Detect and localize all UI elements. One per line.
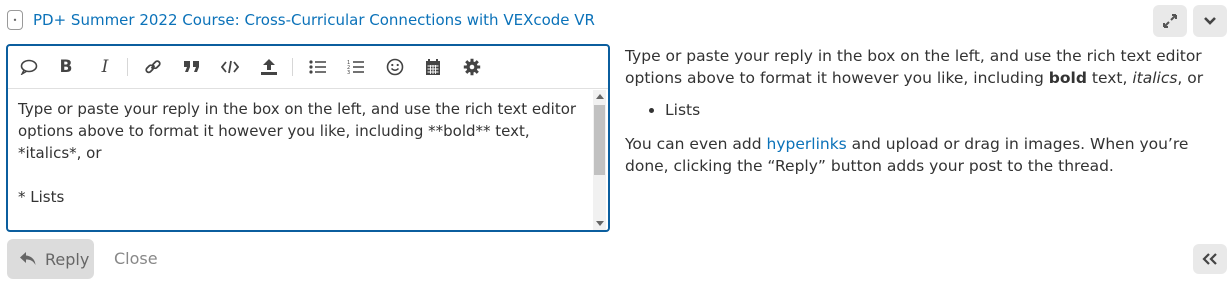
preview-list: Lists <box>625 99 1223 121</box>
topic-title-link[interactable]: PD+ Summer 2022 Course: Cross-Curricular… <box>33 11 595 29</box>
reply-arrow-icon <box>20 252 36 265</box>
minimize-composer-button[interactable] <box>1193 5 1227 37</box>
scrollbar-thumb[interactable] <box>594 105 605 175</box>
bold-icon[interactable]: B <box>53 55 79 79</box>
bullet-list-icon[interactable] <box>305 55 331 79</box>
preview-list-item: Lists <box>665 99 1223 121</box>
reply-button-label: Reply <box>45 249 90 269</box>
toolbar-divider <box>127 58 128 76</box>
double-chevron-left-icon <box>1202 253 1217 265</box>
hyperlinks-link[interactable]: hyperlinks <box>767 135 847 153</box>
emoji-icon[interactable] <box>382 55 408 79</box>
fullscreen-button[interactable] <box>1153 5 1187 37</box>
quote-icon[interactable] <box>179 55 205 79</box>
speech-bubble-icon[interactable] <box>16 55 42 79</box>
italic-icon[interactable]: I <box>92 55 118 79</box>
code-icon[interactable] <box>217 55 243 79</box>
chevron-down-icon <box>1204 17 1216 25</box>
hide-preview-button[interactable] <box>1193 244 1227 274</box>
svg-text:3: 3 <box>347 70 350 75</box>
editor-line: Type or paste your reply in the box on t… <box>18 100 577 118</box>
close-link[interactable]: Close <box>114 249 158 268</box>
reply-editor: B I 123 Type or paste your reply in the … <box>6 44 610 232</box>
reply-textarea[interactable]: Type or paste your reply in the box on t… <box>18 98 584 208</box>
scroll-down-arrow-icon[interactable] <box>596 221 604 226</box>
expand-arrows-icon <box>1163 14 1177 28</box>
gear-icon[interactable] <box>459 55 485 79</box>
preview-paragraph: Type or paste your reply in the box on t… <box>625 47 1204 87</box>
link-icon[interactable] <box>140 55 166 79</box>
editor-line: options above to format it however you l… <box>18 122 530 140</box>
reply-preview: Type or paste your reply in the box on t… <box>625 45 1223 187</box>
toolbar-divider <box>292 58 293 76</box>
upload-icon[interactable] <box>256 55 282 79</box>
editor-scrollbar[interactable] <box>593 90 606 230</box>
reply-button[interactable]: Reply <box>7 239 94 279</box>
numbered-list-icon[interactable]: 123 <box>343 55 369 79</box>
topic-icon: • <box>7 10 23 30</box>
editor-toolbar: B I 123 <box>8 46 608 89</box>
scroll-up-arrow-icon[interactable] <box>596 94 604 99</box>
calendar-icon[interactable] <box>420 55 446 79</box>
editor-line: * Lists <box>18 188 65 206</box>
composer-header: • PD+ Summer 2022 Course: Cross-Curricul… <box>0 0 1232 44</box>
editor-line: *italics*, or <box>18 144 102 162</box>
preview-paragraph: You can even add hyperlinks and upload o… <box>625 135 1189 175</box>
